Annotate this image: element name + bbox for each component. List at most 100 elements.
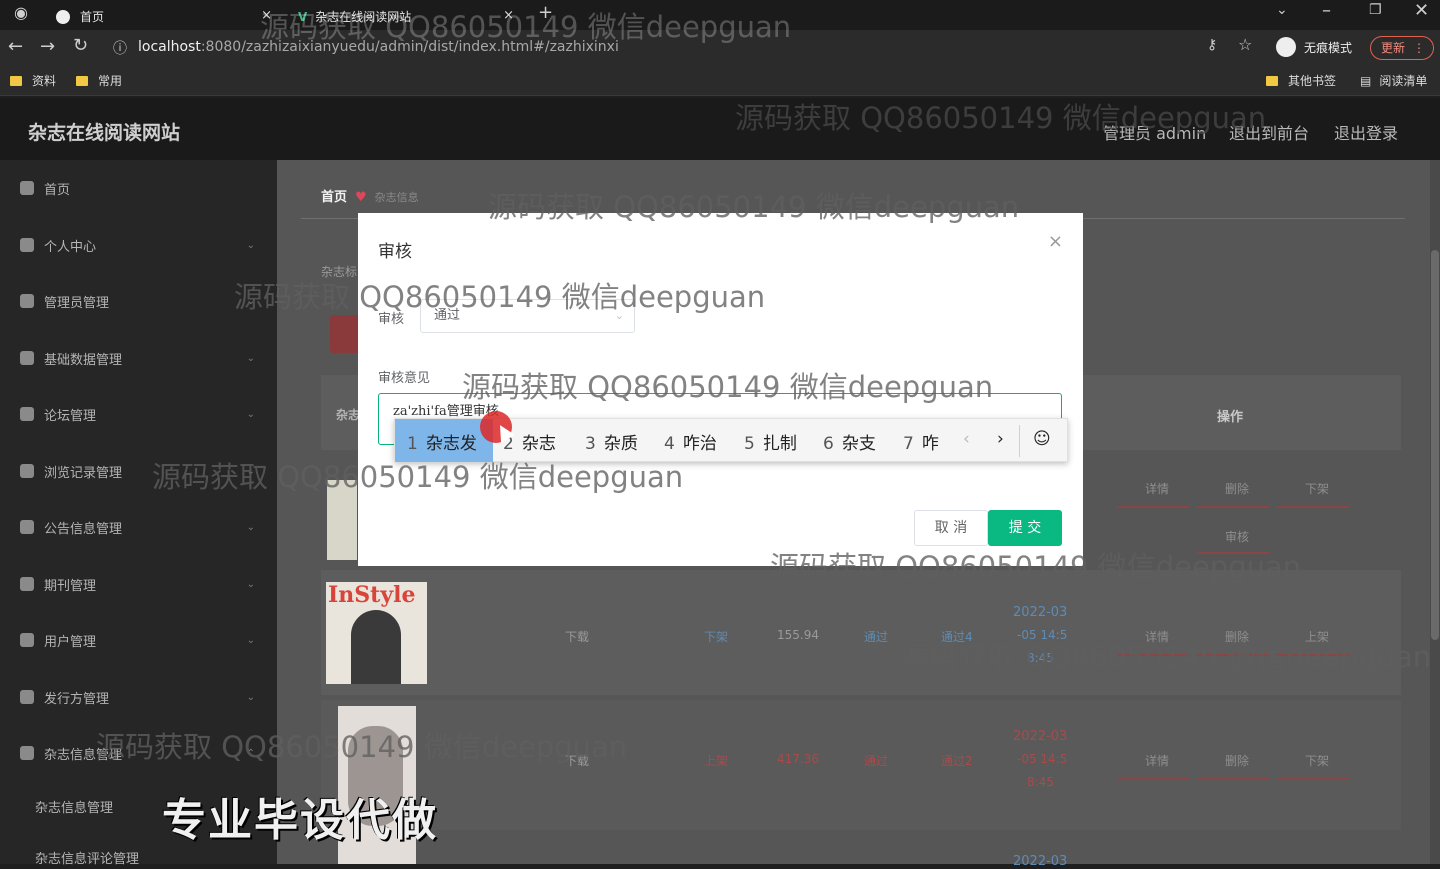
more-icon: ⋮: [1413, 41, 1425, 55]
forward-icon[interactable]: →: [40, 36, 55, 57]
action-underline: [1117, 778, 1189, 780]
incognito-badge[interactable]: 无痕模式: [1276, 37, 1352, 57]
delete-batch-button[interactable]: [330, 315, 360, 353]
scrollbar[interactable]: [1430, 160, 1440, 864]
apps-icon: [20, 577, 34, 591]
sidebar-item-label: 论坛管理: [44, 408, 97, 424]
watermark: 源码获取 QQ86050149 微信deepguan: [260, 10, 792, 44]
ime-candidate[interactable]: 4 咋治: [664, 429, 717, 454]
candidate-number: 5: [744, 434, 755, 454]
detail-button[interactable]: 详情: [1145, 752, 1169, 769]
update-button[interactable]: 更新 ⋮: [1370, 36, 1434, 60]
ime-candidate[interactable]: 6 杂支: [823, 429, 876, 454]
ime-candidate[interactable]: 5 扎制: [744, 429, 797, 454]
prev-page-icon[interactable]: ‹: [963, 429, 970, 449]
sidebar-item-periodicals[interactable]: 期刊管理 ⌄: [0, 556, 277, 612]
sidebar-item-basic-data[interactable]: 基础数据管理 ⌄: [0, 330, 277, 386]
sidebar-item-label: 浏览记录管理: [44, 465, 123, 481]
window-close-icon[interactable]: ✕: [1414, 0, 1429, 21]
bookmarks-bar: 资料 常用 其他书签 ▤ 阅读清单: [0, 66, 1440, 96]
audit-button[interactable]: 审核: [1225, 528, 1249, 545]
home-icon: [20, 181, 34, 195]
other-bookmarks[interactable]: 其他书签: [1266, 72, 1336, 89]
sidebar-subitem-magazine-info[interactable]: 杂志信息管理: [35, 797, 113, 816]
scrollbar-thumb[interactable]: [1431, 250, 1439, 640]
sidebar-item-label: 首页: [44, 182, 71, 198]
candidate-number: 3: [585, 434, 596, 454]
date: 2022-03: [1013, 605, 1068, 620]
publisher-icon: [20, 690, 34, 704]
sidebar-item-forum[interactable]: 论坛管理 ⌄: [0, 386, 277, 442]
ime-candidate[interactable]: 1 杂志发: [407, 429, 477, 454]
heart-icon: ♥: [355, 190, 367, 205]
breadcrumb-current: 杂志信息: [374, 191, 419, 204]
sidebar-item-home[interactable]: 首页: [0, 160, 277, 216]
browser-menu-icon[interactable]: ◉: [14, 3, 28, 22]
list-icon: [20, 407, 34, 421]
sidebar-item-label: 基础数据管理: [44, 352, 123, 368]
sidebar-item-users[interactable]: 用户管理 ⌄: [0, 612, 277, 668]
tab-label: 首页: [80, 10, 105, 24]
reading-list[interactable]: ▤ 阅读清单: [1360, 72, 1427, 89]
breadcrumb-home[interactable]: 首页: [321, 190, 347, 205]
shelf-status: 上架: [704, 754, 729, 768]
restore-icon[interactable]: ❐: [1369, 2, 1382, 18]
user-icon: [20, 238, 34, 252]
sidebar-item-label: 发行方管理: [44, 691, 110, 707]
sidebar-item-notices[interactable]: 公告信息管理 ⌄: [0, 499, 277, 555]
watermark: 源码获取 QQ86050149 微信deepguan: [488, 190, 1020, 224]
bookmark-label: 常用: [98, 74, 123, 88]
info-icon[interactable]: ⓘ: [113, 38, 127, 58]
folder-icon: [1266, 75, 1278, 86]
sidebar-item-publishers[interactable]: 发行方管理 ⌄: [0, 669, 277, 725]
bookmark-label: 其他书签: [1288, 74, 1337, 88]
candidate-number: 6: [823, 434, 834, 454]
grid-icon: [20, 520, 34, 534]
action-underline: [1197, 506, 1269, 508]
globe-icon: [56, 9, 70, 24]
close-icon[interactable]: ×: [1048, 231, 1063, 252]
users-icon: [20, 633, 34, 647]
download-link[interactable]: 下载: [565, 628, 589, 645]
next-page-icon[interactable]: ›: [997, 429, 1004, 449]
candidate-number: 1: [407, 434, 418, 454]
update-label: 更新: [1381, 41, 1406, 55]
magazine-cover: InStyle: [326, 582, 427, 684]
tab-list-icon[interactable]: ⌄: [1276, 2, 1288, 18]
delete-button[interactable]: 删除: [1225, 752, 1249, 769]
column-header: 杂志: [336, 408, 361, 422]
logout-link[interactable]: 退出登录: [1334, 120, 1398, 144]
key-icon[interactable]: ⚷: [1207, 37, 1217, 53]
reload-icon[interactable]: ↻: [73, 35, 88, 56]
take-down-button[interactable]: 下架: [1305, 480, 1329, 497]
incognito-icon: [1276, 37, 1296, 57]
history-icon: [20, 464, 34, 478]
folder-icon: [76, 75, 88, 86]
sidebar-item-profile[interactable]: 个人中心 ⌄: [0, 217, 277, 273]
take-down-button[interactable]: 下架: [1305, 752, 1329, 769]
tab-home[interactable]: 首页 ×: [48, 3, 280, 30]
candidate-text: 杂志: [521, 434, 556, 454]
ime-candidate[interactable]: 7咋: [903, 429, 939, 454]
bookmark-folder[interactable]: 常用: [76, 72, 122, 89]
detail-button[interactable]: 详情: [1145, 480, 1169, 497]
reading-list-icon: ▤: [1360, 73, 1372, 88]
back-icon[interactable]: ←: [8, 36, 23, 57]
bookmark-folder[interactable]: 资料: [10, 72, 56, 89]
sidebar-subitem-magazine-comments[interactable]: 杂志信息评论管理: [35, 848, 139, 867]
emoji-icon[interactable]: ☺: [1033, 429, 1051, 449]
sidebar-item-label: 管理员管理: [44, 295, 110, 311]
ime-candidate[interactable]: 3 杂质: [585, 429, 638, 454]
delete-button[interactable]: 删除: [1225, 480, 1249, 497]
candidate-text: 咋: [921, 434, 939, 454]
star-icon[interactable]: ☆: [1238, 35, 1252, 54]
chevron-down-icon: ⌄: [246, 239, 255, 251]
submit-button[interactable]: 提 交: [988, 510, 1062, 546]
minimize-icon[interactable]: –: [1322, 0, 1331, 21]
sidebar-item-label: 期刊管理: [44, 578, 97, 594]
divider: [1019, 425, 1020, 457]
cancel-button[interactable]: 取 消: [914, 510, 988, 546]
sidebar-item-label: 个人中心: [44, 239, 97, 255]
site-title: 杂志在线阅读网站: [28, 122, 181, 144]
watermark: 源码获取 QQ86050149 微信deepguan: [152, 460, 684, 494]
